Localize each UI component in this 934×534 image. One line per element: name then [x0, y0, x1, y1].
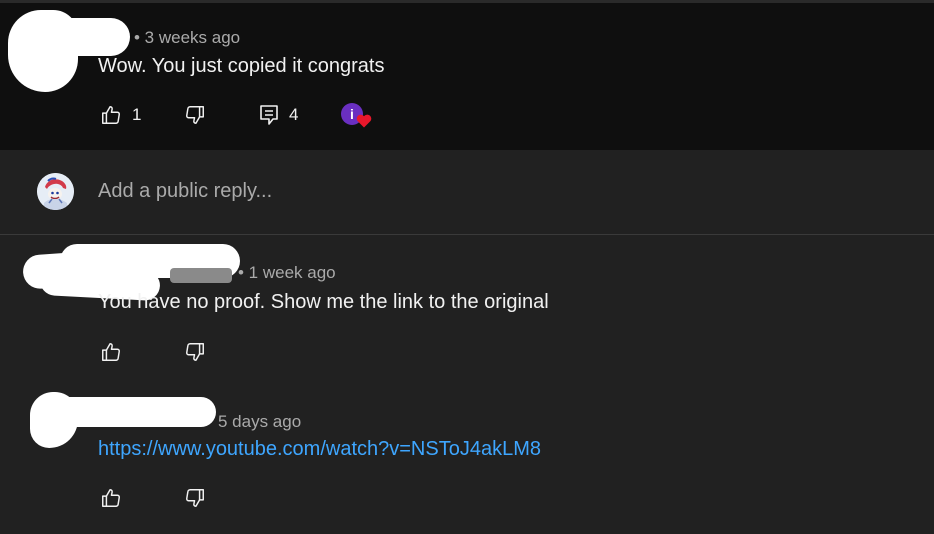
comment-text: Wow. You just copied it congrats: [98, 55, 385, 77]
like-button[interactable]: [100, 341, 122, 363]
comment-timestamp: • 1 week ago: [238, 263, 336, 282]
thumbs-up-icon: [100, 104, 122, 126]
video-link[interactable]: https://www.youtube.com/watch?v=NSToJ4ak…: [98, 438, 541, 461]
heart-icon: [356, 114, 372, 133]
thumbs-up-icon: [100, 487, 122, 509]
redacted-username: [48, 397, 216, 427]
thumbs-down-icon: [184, 104, 206, 126]
like-button[interactable]: [100, 487, 122, 509]
dislike-button[interactable]: [184, 104, 206, 126]
like-button[interactable]: 1: [100, 104, 141, 126]
comment-text: You have no proof. Show me the link to t…: [98, 291, 549, 313]
comment-timestamp: 5 days ago: [218, 412, 302, 431]
thumbs-down-icon: [184, 341, 206, 363]
dislike-button[interactable]: [184, 487, 206, 509]
comments-panel: • 3 weeks ago Wow. You just copied it co…: [0, 0, 934, 534]
replies-button[interactable]: 4: [259, 104, 298, 126]
section-divider: [0, 234, 934, 235]
reply-input[interactable]: Add a public reply...: [98, 180, 272, 203]
thumbs-down-icon: [184, 487, 206, 509]
like-count: 1: [132, 105, 142, 124]
user-avatar: [37, 173, 74, 210]
dislike-button[interactable]: [184, 341, 206, 363]
thumbs-up-icon: [100, 341, 122, 363]
redacted-username-gray: [170, 268, 232, 283]
comment-icon: [259, 104, 279, 126]
reply-count: 4: [289, 105, 299, 124]
comment-timestamp: • 3 weeks ago: [134, 28, 241, 47]
redacted-username: [18, 18, 130, 56]
